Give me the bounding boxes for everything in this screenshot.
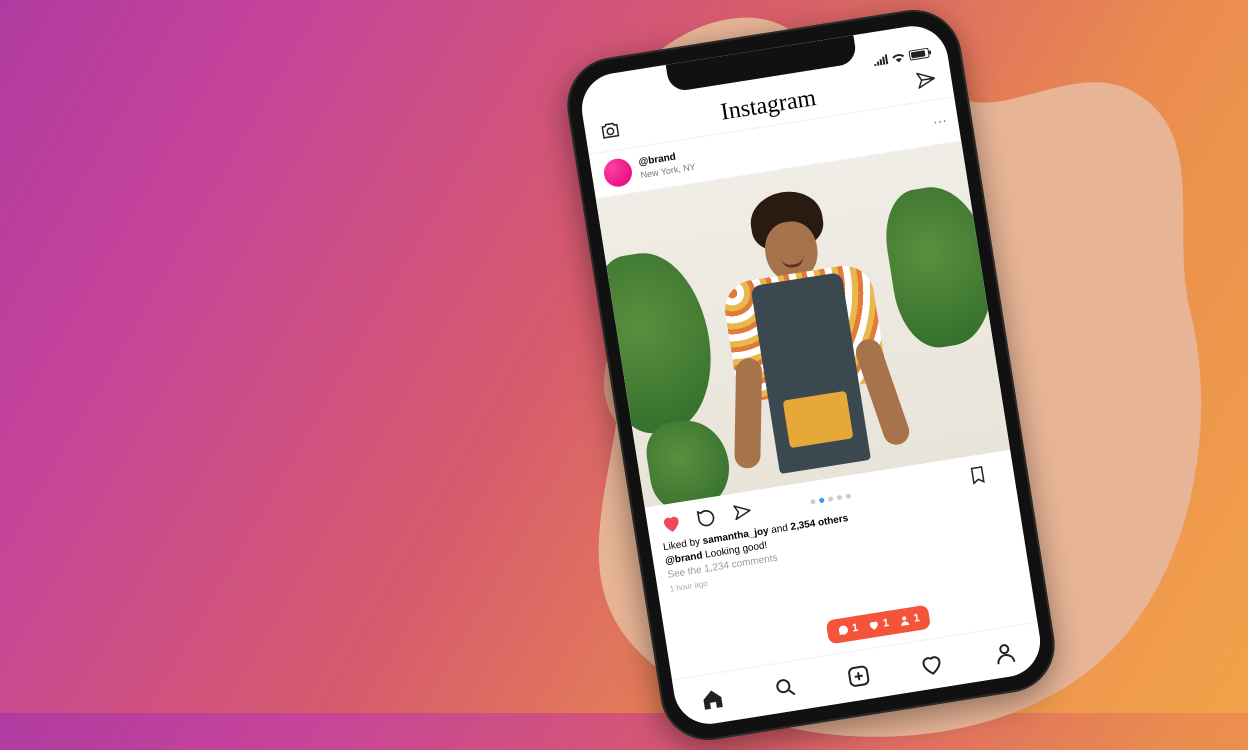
home-tab[interactable]: [698, 684, 728, 714]
post-more-icon[interactable]: ⋯: [932, 112, 949, 131]
post-photo[interactable]: [596, 142, 1010, 508]
add-post-tab[interactable]: [844, 661, 874, 691]
direct-messages-icon[interactable]: [914, 68, 939, 93]
wifi-icon: [891, 51, 906, 63]
battery-icon: [908, 48, 929, 61]
notif-comments: 1: [851, 622, 859, 635]
post-account-block[interactable]: @brand New York, NY: [638, 149, 697, 181]
plant-decoration: [879, 180, 1003, 354]
comment-button[interactable]: [693, 504, 720, 531]
plant-decoration: [596, 245, 722, 440]
notif-follows: 1: [913, 612, 921, 625]
post-avatar[interactable]: [602, 157, 634, 189]
share-button[interactable]: [729, 499, 756, 526]
plant-decoration: [642, 415, 735, 508]
like-button[interactable]: [658, 510, 685, 537]
save-button[interactable]: [964, 461, 991, 488]
search-tab[interactable]: [771, 672, 801, 702]
person-icon: [898, 613, 912, 627]
person-figure: [699, 187, 911, 490]
heart-icon: [867, 618, 881, 632]
cellular-signal-icon: [873, 54, 888, 66]
camera-icon[interactable]: [598, 118, 623, 143]
activity-tab[interactable]: [917, 649, 947, 679]
activity-popup[interactable]: 1 1 1: [826, 605, 932, 645]
bubble-icon: [836, 623, 850, 637]
profile-tab[interactable]: [990, 638, 1020, 668]
carousel-dots: [810, 493, 851, 504]
notif-likes: 1: [882, 617, 890, 630]
